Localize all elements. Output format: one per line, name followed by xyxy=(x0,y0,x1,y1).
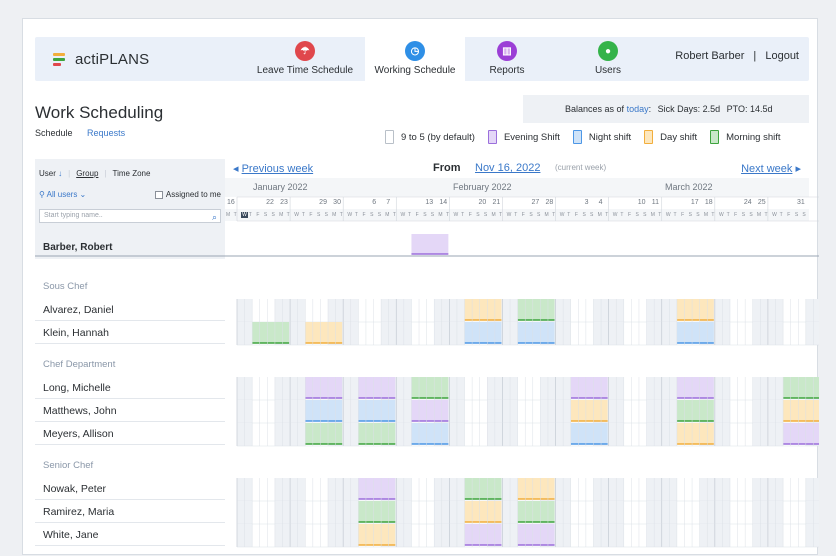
shift-block-day xyxy=(464,299,502,320)
shift-block-morning xyxy=(411,377,449,398)
shift-block-evening xyxy=(517,524,555,545)
shift-block-day xyxy=(305,322,343,343)
weekend-cell xyxy=(805,478,819,501)
shift-block-day xyxy=(676,423,714,444)
schedule-grid xyxy=(35,196,819,548)
shift-block-night xyxy=(570,423,608,444)
shift-block-evening xyxy=(570,377,608,398)
shift-block-day xyxy=(517,478,555,499)
shift-block-evening xyxy=(358,478,396,499)
app-window: actiPLANS ☂ Leave Time Schedule ◷ Workin… xyxy=(22,18,819,555)
weekend-cell xyxy=(805,501,819,524)
shift-block-night xyxy=(305,400,343,421)
shift-block-evening xyxy=(358,377,396,398)
shift-block-night xyxy=(464,322,502,343)
weekend-cell xyxy=(805,299,819,322)
shift-block-night xyxy=(358,400,396,421)
shift-block-evening xyxy=(676,377,714,398)
shift-block-night xyxy=(411,423,449,444)
shift-block-day xyxy=(676,299,714,320)
weekend-cell xyxy=(805,322,819,345)
shift-block-morning xyxy=(305,423,343,444)
weekend-cell xyxy=(805,524,819,547)
shift-block-day xyxy=(570,400,608,421)
shift-block-morning xyxy=(358,501,396,522)
shift-block-morning xyxy=(252,322,290,343)
shift-block-evening xyxy=(464,524,502,545)
shift-block-evening xyxy=(411,400,449,421)
shift-block-evening xyxy=(411,234,449,254)
shift-block-day xyxy=(464,501,502,522)
shift-block-evening xyxy=(305,377,343,398)
shift-block-morning xyxy=(517,501,555,522)
shift-block-morning xyxy=(517,299,555,320)
shift-block-night xyxy=(676,322,714,343)
shift-block-morning xyxy=(358,423,396,444)
shift-block-morning xyxy=(464,478,502,499)
shift-block-night xyxy=(517,322,555,343)
shift-block-morning xyxy=(676,400,714,421)
shift-block-day xyxy=(358,524,396,545)
